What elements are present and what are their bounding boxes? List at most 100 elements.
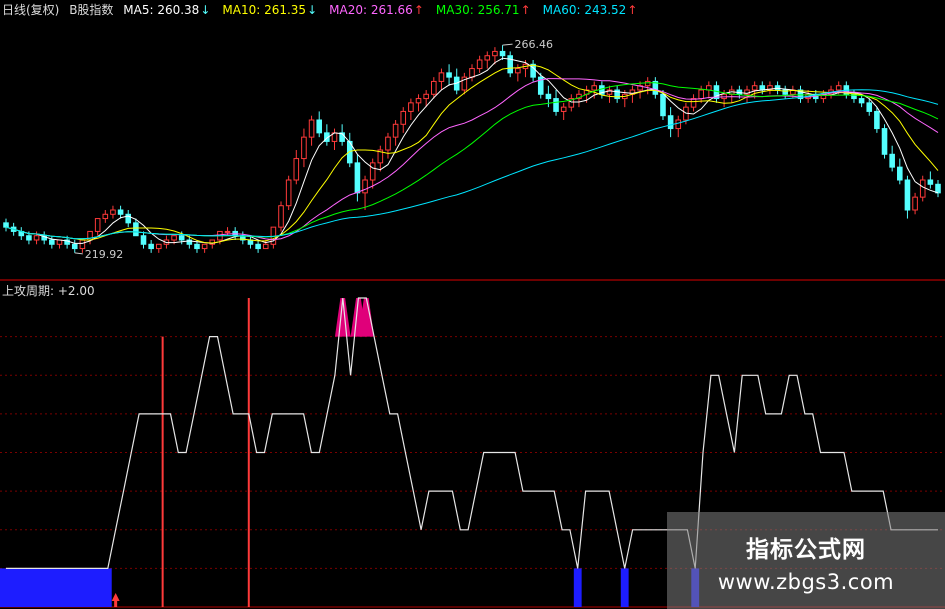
- candle-body: [545, 93, 552, 100]
- low-zone-fill: [620, 568, 629, 607]
- candle-body: [316, 119, 323, 134]
- candle-body: [476, 59, 483, 70]
- candle-body: [897, 166, 903, 181]
- candle-body: [515, 68, 521, 74]
- legend-ma60: MA60: 243.52↑: [542, 3, 638, 17]
- candle: [56, 239, 63, 249]
- candle-body: [285, 179, 292, 207]
- candle: [308, 115, 315, 146]
- candle-body: [484, 55, 491, 61]
- candle: [560, 102, 567, 120]
- candle: [415, 94, 422, 112]
- candle: [316, 111, 323, 138]
- candle: [71, 240, 78, 253]
- ma20-line: [5, 78, 939, 241]
- candle-body: [560, 106, 567, 112]
- candle-body: [469, 68, 475, 78]
- candlestick-panel[interactable]: 266.46 219.92: [3, 38, 941, 261]
- candle: [644, 77, 651, 95]
- candle-body: [262, 243, 269, 250]
- candle-body: [369, 162, 376, 181]
- candle-body: [660, 93, 666, 117]
- candle: [385, 132, 391, 159]
- indicator-title: 上攻周期: [2, 284, 51, 298]
- candle: [568, 94, 575, 112]
- indicator-label: 上攻周期: +2.00: [2, 284, 95, 298]
- candle: [889, 145, 895, 172]
- ma5-line: [5, 57, 939, 244]
- candle: [155, 243, 162, 253]
- candle: [346, 132, 353, 168]
- candle-body: [71, 243, 78, 250]
- candle: [782, 85, 789, 99]
- candle-body: [553, 98, 559, 112]
- watermark: 指标公式网 www.zbgs3.com: [667, 512, 945, 609]
- candle: [461, 72, 468, 95]
- candle-body: [507, 55, 513, 74]
- candle-body: [110, 209, 116, 215]
- candle: [690, 94, 697, 112]
- candle: [117, 205, 124, 219]
- candle: [209, 239, 216, 249]
- candle: [354, 154, 361, 202]
- candle-body: [94, 218, 101, 232]
- candle-body: [49, 239, 55, 245]
- candle: [110, 205, 116, 219]
- candle: [301, 128, 307, 168]
- candle: [18, 227, 25, 240]
- candle-body: [690, 98, 697, 108]
- candle-body: [881, 128, 888, 155]
- ma30-line: [5, 82, 939, 240]
- candle-body: [224, 230, 231, 233]
- candle: [49, 235, 55, 249]
- candle: [240, 231, 246, 245]
- candle-body: [155, 243, 162, 250]
- candle-body: [117, 209, 124, 215]
- candle: [377, 145, 384, 172]
- candle: [369, 158, 376, 189]
- candle-body: [201, 243, 208, 250]
- candle: [698, 85, 704, 103]
- candle: [927, 171, 934, 189]
- candle-body: [102, 213, 109, 220]
- candle: [392, 120, 399, 146]
- candle-body: [858, 98, 865, 104]
- candle-body: [446, 72, 452, 78]
- candle-body: [591, 85, 598, 91]
- candle: [125, 210, 132, 228]
- candle-body: [133, 222, 139, 237]
- legend-ma5: MA5: 260.38↓: [123, 3, 211, 17]
- candle-body: [354, 162, 361, 194]
- candle-body: [293, 158, 300, 181]
- legend-ma10: MA10: 261.35↓: [222, 3, 318, 17]
- candle: [675, 115, 682, 138]
- candle: [599, 81, 605, 99]
- candle: [904, 175, 911, 219]
- candle: [400, 107, 407, 133]
- candle-body: [140, 235, 147, 245]
- candle: [94, 218, 101, 236]
- candle: [614, 85, 620, 103]
- candle-body: [148, 243, 154, 250]
- candle: [362, 175, 368, 210]
- candle-body: [644, 80, 651, 87]
- low-zone-fill: [0, 568, 112, 607]
- candle: [438, 68, 445, 90]
- candle-body: [26, 235, 32, 241]
- candle-body: [912, 196, 918, 211]
- candle-body: [415, 98, 422, 104]
- candle-body: [408, 102, 414, 112]
- legend-ma20: MA20: 261.66↑: [329, 3, 424, 17]
- candle: [3, 218, 9, 232]
- candle: [453, 68, 460, 95]
- candle: [767, 81, 773, 95]
- candle-body: [438, 72, 445, 82]
- low-marker: [74, 252, 83, 255]
- candle-body: [835, 85, 842, 91]
- candle: [324, 124, 330, 146]
- candle-body: [308, 119, 315, 138]
- candle: [469, 64, 475, 82]
- period-label[interactable]: 日线(复权): [2, 3, 59, 17]
- candle: [41, 231, 47, 245]
- candle: [476, 55, 483, 73]
